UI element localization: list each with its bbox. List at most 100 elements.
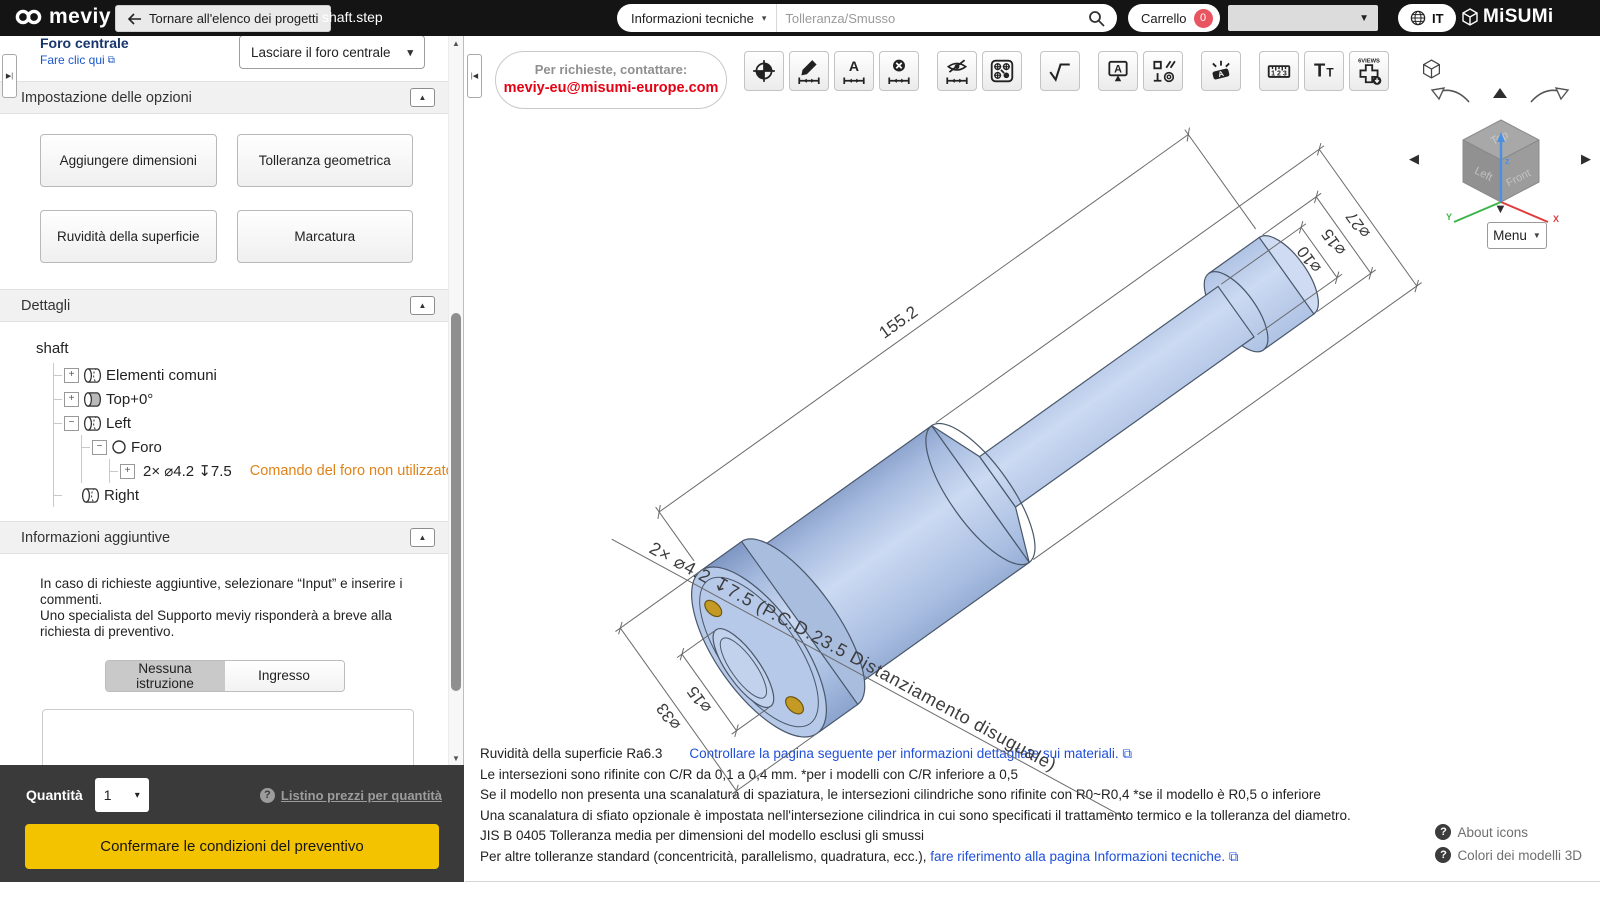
sidebar-collapse-handle[interactable]: ▶| xyxy=(2,54,17,98)
collapse-toggle-icon[interactable]: − xyxy=(92,439,107,455)
six-views-label: 6VIEWS xyxy=(1358,58,1380,64)
materials-info-link[interactable]: Controllare la pagina seguente per infor… xyxy=(689,746,1132,761)
geometric-tolerance-icon xyxy=(1153,60,1176,83)
measure-button[interactable]: 1 2 3 xyxy=(1259,51,1299,91)
viewer-collapse-handle[interactable]: |◀ xyxy=(467,54,482,98)
expand-toggle-icon[interactable]: + xyxy=(120,463,135,479)
rotate-west-icon[interactable]: ◀ xyxy=(1409,152,1419,165)
surface-roughness-button[interactable]: Ruvidità della superficie xyxy=(40,210,217,263)
options-collapse-button[interactable]: ▲ xyxy=(410,88,435,107)
external-link-icon: ⧉ xyxy=(107,54,115,66)
header-empty-select[interactable]: ▼ xyxy=(1228,5,1378,31)
center-hole-select-value: Lasciare il foro centrale xyxy=(251,44,391,60)
config-sidebar: ▶| Foro centrale Fare clic qui ⧉ Lasciar… xyxy=(0,36,464,882)
expand-toggle-icon[interactable]: + xyxy=(64,367,79,383)
delete-dimension-button[interactable] xyxy=(879,51,919,91)
quantity-value: 1 xyxy=(103,787,112,803)
note-line: Una scanalatura di sfiato opzionale è im… xyxy=(480,806,1351,827)
text-dimension-button[interactable]: A xyxy=(834,51,874,91)
no-instruction-toggle[interactable]: Nessuna istruzione xyxy=(105,660,225,691)
datum-target-icon xyxy=(753,60,775,82)
top-header: meviy Tornare all'elenco dei progetti sh… xyxy=(0,0,1600,36)
center-hole-help-link[interactable]: Fare clic qui ⧉ xyxy=(40,53,115,67)
cube-outline-icon[interactable] xyxy=(1421,58,1442,80)
hole-warning-text: Comando del foro non utilizzato xyxy=(249,463,449,479)
geometric-tolerance-button-tb[interactable] xyxy=(1143,51,1183,91)
help-label: About icons xyxy=(1457,824,1528,840)
marking-preview-button[interactable]: A xyxy=(1098,51,1138,91)
center-hole-select[interactable]: Lasciare il foro centrale ▾ xyxy=(239,36,425,69)
scrollbar-thumb[interactable] xyxy=(451,313,461,691)
cart-button[interactable]: Carrello 0 xyxy=(1128,4,1220,32)
external-link-icon: ⧉ xyxy=(1228,848,1239,864)
back-button-label: Tornare all'elenco dei progetti xyxy=(149,11,319,26)
misumi-brand[interactable]: MiSUMi xyxy=(1462,6,1553,28)
contact-email[interactable]: meviy-eu@misumi-europe.com xyxy=(496,80,726,96)
tree-node-right[interactable]: Right xyxy=(54,483,441,507)
viewcube-menu-button[interactable]: Menu ▼ xyxy=(1487,222,1547,249)
rotate-east-icon[interactable]: ▶ xyxy=(1581,152,1591,165)
tree-node-top[interactable]: + Top+0° xyxy=(54,387,441,411)
laser-marking-icon: A xyxy=(1212,60,1230,80)
technical-info-link[interactable]: fare riferimento alla pagina Informazion… xyxy=(930,849,1238,864)
six-views-button[interactable]: 6VIEWS xyxy=(1349,51,1389,91)
add-dimensions-button[interactable]: Aggiungere dimensioni xyxy=(40,134,217,187)
text-size-icon: TT xyxy=(1314,59,1334,80)
laser-marking-button[interactable]: A xyxy=(1201,51,1241,91)
model-colors-link[interactable]: ? Colori dei modelli 3D xyxy=(1435,847,1582,863)
scroll-down-icon[interactable]: ▼ xyxy=(449,751,463,765)
tilt-down-icon[interactable]: ▼ xyxy=(1494,202,1507,215)
quantity-select[interactable]: 1 ▾ xyxy=(94,778,149,812)
tree-node-foro[interactable]: − Foro xyxy=(82,435,441,459)
surface-roughness-button[interactable] xyxy=(1040,51,1080,91)
collapse-toggle-icon[interactable]: − xyxy=(64,415,79,431)
annotation-toolbar: A A A 1 2 3 T T 6VIEWS xyxy=(744,51,1394,91)
center-hole-link-label: Fare clic qui xyxy=(40,53,105,67)
chevron-down-icon: ▾ xyxy=(407,46,413,59)
back-arrow-icon xyxy=(128,12,141,25)
tree-root-shaft[interactable]: shaft xyxy=(36,340,441,357)
meviy-logo[interactable]: meviy xyxy=(14,5,111,29)
search-category-dropdown[interactable]: Informazioni tecniche ▾ xyxy=(617,4,778,32)
tree-node-elementi-comuni[interactable]: + Elementi comuni xyxy=(54,363,441,387)
search-input[interactable] xyxy=(777,10,1088,26)
expand-toggle-icon[interactable]: + xyxy=(64,391,79,407)
price-list-link[interactable]: ? Listino prezzi per quantità xyxy=(259,787,442,803)
hide-dimension-icon xyxy=(946,59,968,84)
edit-dimension-button[interactable] xyxy=(789,51,829,91)
language-switcher[interactable]: IT xyxy=(1398,4,1456,32)
additional-info-section-header: Informazioni aggiuntive ▲ xyxy=(0,521,449,554)
datum-pattern-button[interactable] xyxy=(982,51,1022,91)
datum-target-button[interactable] xyxy=(744,51,784,91)
tree-node-hole-spec[interactable]: + 2× ⌀4.2 ↧7.5 Comando del foro non util… xyxy=(110,459,449,483)
surface-roughness-icon xyxy=(1049,63,1070,82)
file-name: shaft.step xyxy=(322,9,383,25)
sidebar-scrollbar[interactable]: ▲ ▼ xyxy=(448,36,463,765)
confirm-quote-button[interactable]: Confermare le condizioni del preventivo xyxy=(25,824,439,869)
scroll-up-icon[interactable]: ▲ xyxy=(449,36,463,50)
measure-ruler-icon: 1 2 3 xyxy=(1267,65,1291,78)
marking-button[interactable]: Marcatura xyxy=(236,210,413,263)
details-collapse-button[interactable]: ▲ xyxy=(410,296,435,315)
hide-dimension-button[interactable] xyxy=(937,51,977,91)
about-icons-link[interactable]: ? About icons xyxy=(1435,824,1582,840)
cylinder-icon xyxy=(83,415,102,431)
help-label: Colori dei modelli 3D xyxy=(1457,847,1582,863)
geometric-tolerance-button[interactable]: Tolleranza geometrica xyxy=(236,134,413,187)
note-line: JIS B 0405 Tolleranza media per dimensio… xyxy=(480,826,1351,847)
tilt-up-icon[interactable] xyxy=(1493,88,1507,98)
cylinder-solid-icon xyxy=(83,391,102,407)
cart-count-badge: 0 xyxy=(1193,8,1213,28)
text-size-button[interactable]: TT xyxy=(1304,51,1344,91)
additional-info-collapse-button[interactable]: ▲ xyxy=(410,528,435,547)
dim-front-d33: ⌀33 xyxy=(653,700,684,733)
back-to-projects-button[interactable]: Tornare all'elenco dei progetti xyxy=(115,5,332,32)
dim-overall-length: 155.2 xyxy=(876,302,922,342)
edit-dimension-icon xyxy=(798,60,820,84)
tree-node-left[interactable]: − Left xyxy=(54,411,441,435)
comment-textarea[interactable] xyxy=(42,708,414,765)
search-icon[interactable] xyxy=(1088,10,1105,27)
dim-front-d15: ⌀15 xyxy=(684,683,715,716)
y-axis-label: Y xyxy=(1446,212,1452,222)
input-toggle[interactable]: Ingresso xyxy=(224,660,344,691)
